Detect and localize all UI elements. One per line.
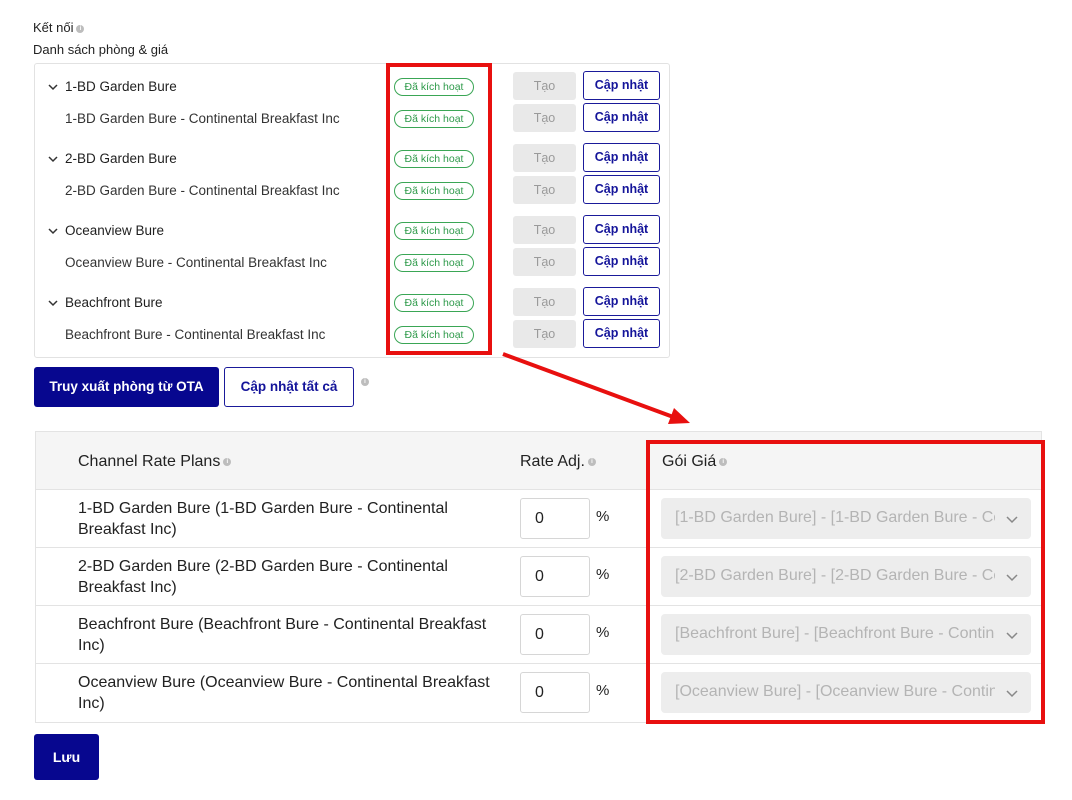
rate-name: Oceanview Bure - Continental Breakfast I…	[65, 255, 327, 270]
create-button[interactable]: Tạo	[513, 216, 576, 244]
rate-adj-input[interactable]: 0	[520, 556, 590, 597]
update-button[interactable]: Cập nhật	[583, 319, 660, 348]
rate-row: 1-BD Garden Bure - Continental Breakfast…	[35, 103, 669, 135]
update-button[interactable]: Cập nhật	[583, 103, 660, 132]
update-button[interactable]: Cập nhật	[583, 143, 660, 172]
info-icon[interactable]: i	[76, 24, 85, 33]
chevron-down-icon[interactable]	[47, 225, 59, 237]
percent-unit: %	[596, 508, 610, 525]
update-all-button[interactable]: Cập nhật tất cả	[224, 367, 354, 407]
rate-adj-input[interactable]: 0	[520, 498, 590, 539]
room-name: 1-BD Garden Bure	[65, 79, 177, 94]
update-button[interactable]: Cập nhật	[583, 287, 660, 316]
update-button[interactable]: Cập nhật	[583, 247, 660, 276]
room-row[interactable]: Oceanview Bure Đã kích hoạt Tạo Cập nhật	[35, 215, 669, 247]
connection-label: Kết nối i	[33, 20, 85, 35]
rate-name: Beachfront Bure - Continental Breakfast …	[65, 327, 326, 342]
percent-unit: %	[596, 624, 610, 641]
chevron-down-icon[interactable]	[47, 81, 59, 93]
percent-unit: %	[596, 566, 610, 583]
room-list-label: Danh sách phòng & giá	[33, 42, 169, 57]
header-text: Rate Adj.	[520, 453, 585, 470]
room-row[interactable]: Beachfront Bure Đã kích hoạt Tạo Cập nhậ…	[35, 287, 669, 319]
rate-plan-name: 1-BD Garden Bure (1-BD Garden Bure - Con…	[78, 500, 448, 538]
rate-row: Beachfront Bure - Continental Breakfast …	[35, 319, 669, 351]
annotation-box-status	[386, 63, 492, 355]
room-name: Oceanview Bure	[65, 223, 165, 238]
info-icon[interactable]: i	[223, 457, 232, 466]
create-button[interactable]: Tạo	[513, 72, 576, 100]
chevron-down-icon[interactable]	[47, 153, 59, 165]
rate-adj-input[interactable]: 0	[520, 614, 590, 655]
fetch-rooms-button[interactable]: Truy xuất phòng từ OTA	[34, 367, 219, 407]
info-icon[interactable]: i	[587, 457, 596, 466]
rate-plan-name: 2-BD Garden Bure (2-BD Garden Bure - Con…	[78, 558, 448, 596]
annotation-box-package	[646, 440, 1045, 724]
create-button[interactable]: Tạo	[513, 320, 576, 348]
room-row[interactable]: 2-BD Garden Bure Đã kích hoạt Tạo Cập nh…	[35, 143, 669, 175]
room-row[interactable]: 1-BD Garden Bure Đã kích hoạt Tạo Cập nh…	[35, 71, 669, 103]
info-icon[interactable]: i	[361, 378, 369, 386]
header-text: Channel Rate Plans	[78, 453, 221, 470]
rate-plan-name: Oceanview Bure (Oceanview Bure - Contine…	[78, 674, 490, 712]
rate-adj-input[interactable]: 0	[520, 672, 590, 713]
room-name: Beachfront Bure	[65, 295, 163, 310]
rate-row: Oceanview Bure - Continental Breakfast I…	[35, 247, 669, 279]
rate-name: 1-BD Garden Bure - Continental Breakfast…	[65, 111, 340, 126]
rate-name: 2-BD Garden Bure - Continental Breakfast…	[65, 183, 340, 198]
percent-unit: %	[596, 682, 610, 699]
header-channel-rate-plans: Channel Rate Plans i	[78, 453, 232, 471]
create-button[interactable]: Tạo	[513, 144, 576, 172]
header-rate-adj: Rate Adj. i	[520, 453, 596, 471]
chevron-down-icon[interactable]	[47, 297, 59, 309]
rate-plan-name: Beachfront Bure (Beachfront Bure - Conti…	[78, 616, 487, 654]
create-button[interactable]: Tạo	[513, 104, 576, 132]
room-rate-list: 1-BD Garden Bure Đã kích hoạt Tạo Cập nh…	[34, 63, 670, 358]
create-button[interactable]: Tạo	[513, 288, 576, 316]
create-button[interactable]: Tạo	[513, 176, 576, 204]
update-button[interactable]: Cập nhật	[583, 215, 660, 244]
rate-row: 2-BD Garden Bure - Continental Breakfast…	[35, 175, 669, 207]
create-button[interactable]: Tạo	[513, 248, 576, 276]
update-button[interactable]: Cập nhật	[583, 71, 660, 100]
room-name: 2-BD Garden Bure	[65, 151, 177, 166]
save-button[interactable]: Lưu	[34, 734, 99, 780]
update-button[interactable]: Cập nhật	[583, 175, 660, 204]
connection-label-text: Kết nối	[33, 20, 74, 35]
